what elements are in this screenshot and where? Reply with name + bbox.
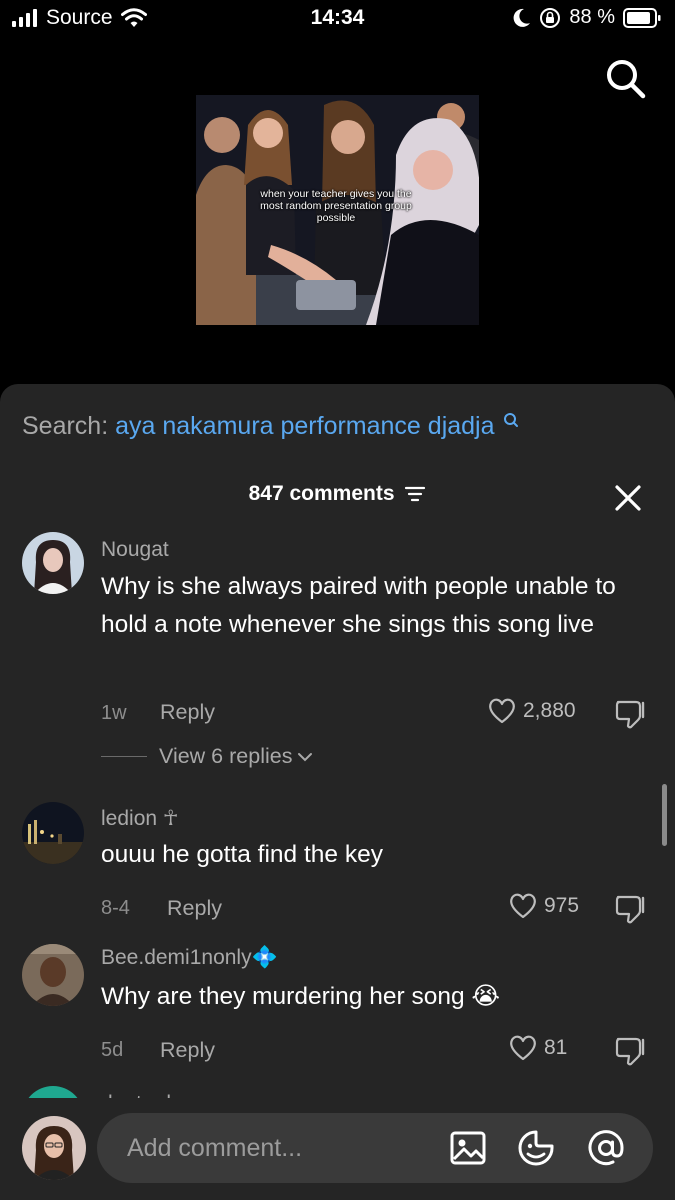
heart-icon <box>489 698 515 724</box>
comment-text: ouuu he gotta find the key <box>101 841 383 868</box>
heart-icon <box>510 893 536 919</box>
view-replies-label: View 6 replies <box>159 744 293 768</box>
like-button[interactable]: 975 <box>508 892 579 920</box>
comment-text: Why is she always paired with people una… <box>101 573 616 638</box>
comment-date: 1w <box>101 702 127 724</box>
comment-username[interactable]: Nougat <box>101 538 169 562</box>
sort-icon[interactable] <box>404 485 426 503</box>
scrollbar[interactable] <box>662 784 667 846</box>
avatar[interactable] <box>22 532 84 594</box>
search-small-icon <box>504 413 519 427</box>
search-label: Search: <box>22 412 109 440</box>
emoji-icon[interactable] <box>517 1129 555 1167</box>
battery-icon <box>623 7 661 28</box>
moon-icon <box>513 8 531 27</box>
comments-count: 847 comments <box>248 482 395 505</box>
like-count: 2,880 <box>523 699 576 722</box>
image-icon[interactable] <box>449 1129 487 1167</box>
reply-button[interactable]: Reply <box>160 700 215 725</box>
comment-composer <box>0 1098 675 1200</box>
avatar[interactable] <box>22 802 84 864</box>
reply-button[interactable]: Reply <box>167 896 222 921</box>
search-suggestion[interactable]: Search: aya nakamura performance djadja <box>22 412 519 441</box>
status-bar: Source 14:34 88 % <box>0 0 675 40</box>
comment-date: 5d <box>101 1039 124 1061</box>
like-button[interactable]: 2,880 <box>487 697 576 725</box>
dislike-icon[interactable] <box>614 698 648 730</box>
dislike-icon[interactable] <box>614 893 648 925</box>
comments-header[interactable]: 847 comments <box>0 482 675 506</box>
comment-username[interactable]: Bee.demi1nonly💠 <box>101 946 278 970</box>
mention-icon[interactable] <box>587 1129 625 1167</box>
video-thumbnail[interactable]: when your teacher gives you the most ran… <box>196 95 479 325</box>
search-query-link[interactable]: aya nakamura performance djadja <box>115 412 494 440</box>
comments-sheet: Search: aya nakamura performance djadja … <box>0 384 675 1200</box>
rotation-lock-icon <box>540 7 561 28</box>
close-icon[interactable] <box>612 482 644 514</box>
divider <box>101 756 147 757</box>
like-button[interactable]: 81 <box>508 1034 567 1062</box>
avatar[interactable] <box>22 944 84 1006</box>
like-count: 81 <box>544 1036 568 1059</box>
battery-percent: 88 % <box>569 6 615 28</box>
reply-button[interactable]: Reply <box>160 1038 215 1063</box>
heart-icon <box>510 1035 536 1061</box>
search-icon[interactable] <box>603 56 647 100</box>
video-caption: when your teacher gives you the most ran… <box>260 188 412 224</box>
comment-text: Why are they murdering her song 😭 <box>101 983 501 1010</box>
comment-input-pill[interactable] <box>97 1113 653 1183</box>
comment-username[interactable]: ledion ☥ <box>101 806 179 831</box>
view-replies-button[interactable]: View 6 replies <box>101 744 314 769</box>
dislike-icon[interactable] <box>614 1035 648 1067</box>
avatar[interactable] <box>22 1116 86 1180</box>
chevron-down-icon <box>298 752 313 761</box>
comment-input[interactable] <box>127 1131 427 1165</box>
like-count: 975 <box>544 894 580 917</box>
comment-date: 8-4 <box>101 897 130 919</box>
